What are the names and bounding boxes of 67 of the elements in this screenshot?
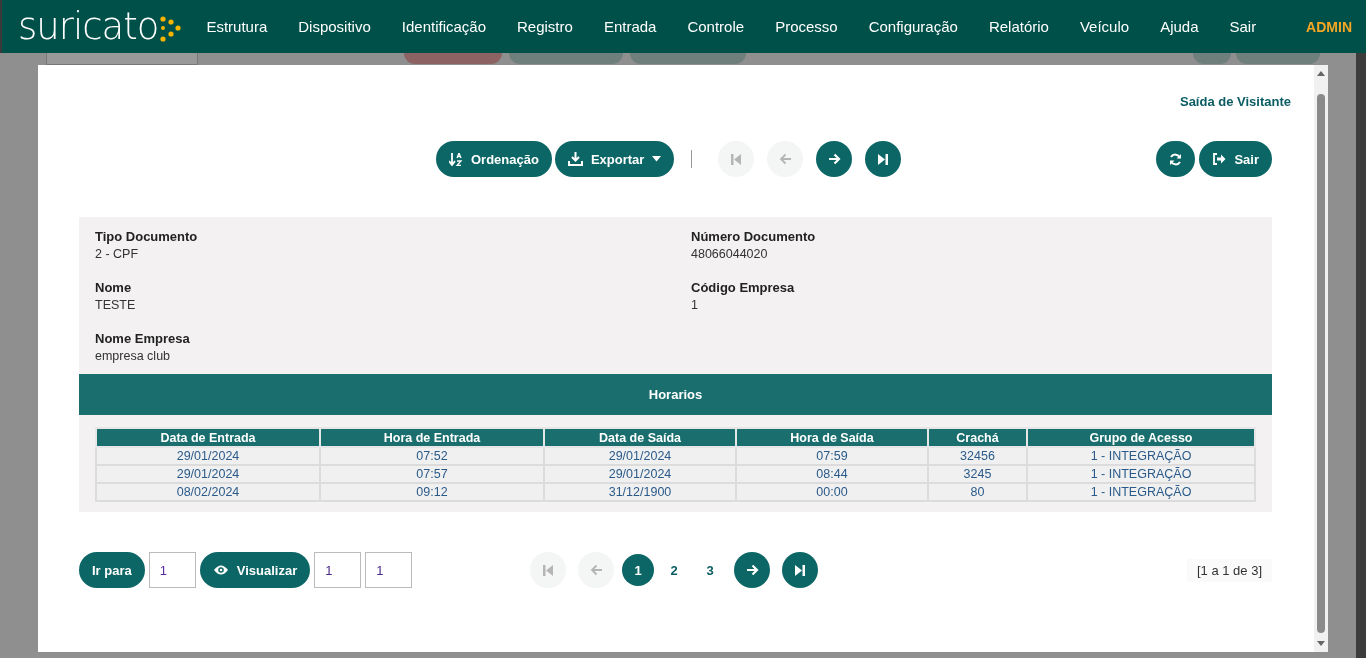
column-header: Crachá — [928, 428, 1027, 447]
first-page-icon — [543, 564, 554, 576]
field-value: 48066044020 — [691, 247, 769, 261]
arrow-right-icon — [827, 153, 841, 165]
menu-item[interactable]: Estrutura — [206, 18, 268, 35]
go-to-button[interactable]: Ir para — [79, 552, 145, 588]
record-range: [1 a 1 de 3] — [1186, 558, 1272, 582]
first-page-icon — [731, 153, 742, 165]
column-header: Hora de Saída — [736, 428, 928, 447]
download-icon — [567, 152, 583, 166]
field-value: 2 - CPF — [95, 247, 140, 261]
column-header: Data de Entrada — [96, 428, 320, 447]
column-header: Hora de Entrada — [320, 428, 544, 447]
export-button[interactable]: Exportar — [554, 141, 675, 177]
sign-out-icon — [1212, 153, 1227, 165]
menu-item[interactable]: Controle — [687, 18, 745, 35]
refresh-icon — [1169, 152, 1183, 166]
number-input[interactable]: 1 — [365, 552, 413, 588]
page-number-button[interactable]: 3 — [694, 554, 727, 586]
menu-item[interactable]: Registro — [517, 18, 573, 35]
last-button[interactable] — [865, 141, 902, 177]
section-title: Horarios — [648, 387, 703, 402]
arrow-left-icon — [589, 564, 603, 576]
user-name[interactable]: ADMIN — [1306, 18, 1352, 35]
page-number-button[interactable]: 1 — [622, 554, 655, 586]
caret-icon — [652, 156, 662, 162]
refresh-button[interactable] — [1156, 141, 1196, 177]
field-label: Tipo Documento — [95, 229, 199, 244]
scroll-up-icon — [1317, 71, 1325, 76]
menu-item[interactable]: Processo — [775, 18, 838, 35]
field-label: Código Empresa — [691, 280, 796, 295]
next-button[interactable] — [734, 552, 771, 588]
menu-item[interactable]: Relatório — [988, 18, 1049, 35]
last-button[interactable] — [782, 552, 819, 588]
menu-item[interactable]: Entrada — [603, 18, 657, 35]
arrow-left-icon — [778, 153, 792, 165]
page-number-button[interactable]: 2 — [658, 554, 691, 586]
scrollbar-thumb[interactable] — [1317, 94, 1325, 633]
sort-icon — [449, 152, 463, 166]
field-label: Nome — [95, 280, 133, 295]
dialog-title: Saída de Visitante — [1179, 94, 1291, 109]
page-input[interactable]: 1 — [148, 552, 196, 588]
number-input[interactable]: 1 — [314, 552, 362, 588]
field-value: 1 — [691, 298, 699, 312]
menu-item[interactable]: Configuração — [868, 18, 958, 35]
last-page-icon — [878, 153, 889, 165]
field-value: empresa club — [95, 349, 172, 363]
column-header: Data de Saída — [544, 428, 736, 447]
scroll-down-icon — [1317, 641, 1325, 646]
field-label: Nome Empresa — [95, 331, 191, 346]
menu-item[interactable]: Identificação — [401, 18, 486, 35]
arrow-right-icon — [745, 564, 759, 576]
menu-item[interactable]: Dispositivo — [298, 18, 371, 35]
menu-item[interactable]: Ajuda — [1160, 18, 1199, 35]
next-button[interactable] — [816, 141, 853, 177]
field-label: Número Documento — [691, 229, 817, 244]
dots-icon — [160, 15, 183, 42]
last-page-icon — [795, 564, 806, 576]
scrollbar[interactable] — [1314, 65, 1328, 652]
column-header: Grupo de Acesso — [1027, 428, 1255, 447]
eye-icon — [212, 564, 229, 576]
menu-item[interactable]: Sair — [1229, 18, 1257, 35]
exit-button[interactable]: Sair — [1199, 141, 1272, 177]
field-value: TESTE — [95, 298, 137, 312]
menu-item[interactable]: Veículo — [1079, 18, 1130, 35]
sort-button[interactable]: Ordenação — [436, 141, 552, 177]
view-button[interactable]: Visualizar — [199, 552, 311, 588]
